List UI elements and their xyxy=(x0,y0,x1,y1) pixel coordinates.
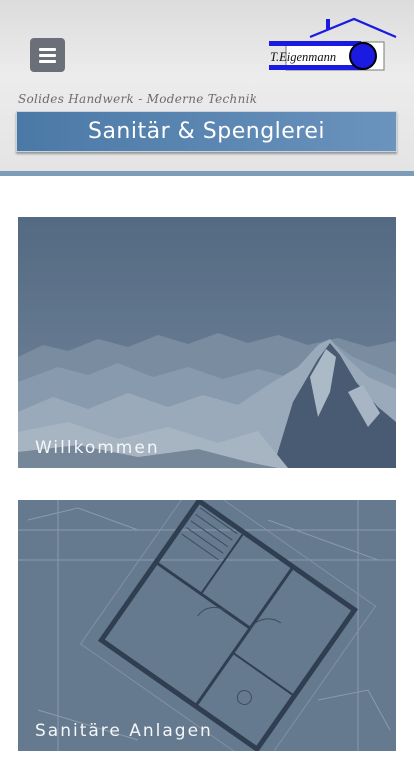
company-logo[interactable]: T.Eigenmann xyxy=(266,16,398,74)
card-willkommen[interactable]: Willkommen xyxy=(18,217,396,468)
card-label: Willkommen xyxy=(35,438,160,458)
logo-text: T.Eigenmann xyxy=(270,50,336,64)
menu-icon-bar xyxy=(39,53,56,57)
page-title: Sanitär & Spenglerei xyxy=(87,119,326,144)
card-label: Sanitäre Anlagen xyxy=(35,721,213,741)
menu-icon-bar xyxy=(39,47,56,51)
floor-plan-image xyxy=(18,500,396,751)
tagline: Solides Handwerk - Moderne Technik xyxy=(18,92,258,106)
hamburger-menu-button[interactable] xyxy=(30,38,65,72)
site-header: T.Eigenmann Solides Handwerk - Moderne T… xyxy=(0,0,414,176)
card-sanitaere-anlagen[interactable]: Sanitäre Anlagen xyxy=(18,500,396,751)
menu-icon-bar xyxy=(39,59,56,63)
mountain-image xyxy=(18,217,396,468)
title-banner: Sanitär & Spenglerei xyxy=(16,111,397,152)
